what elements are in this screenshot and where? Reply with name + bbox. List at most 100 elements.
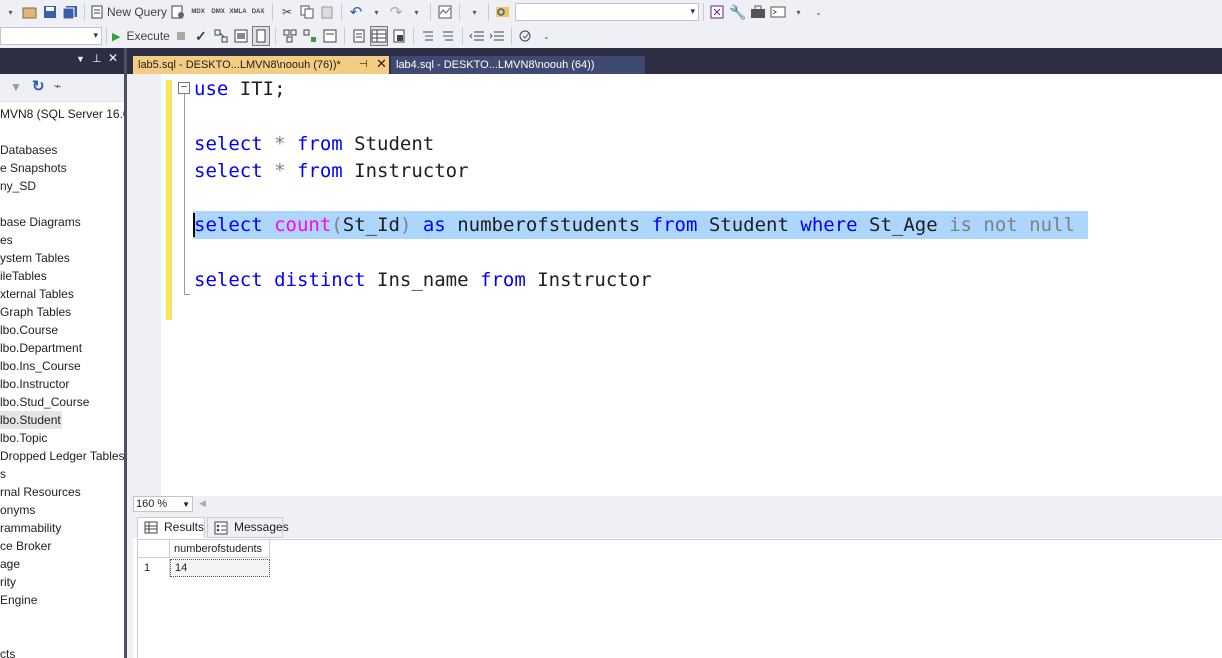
execute-button[interactable]: ▶ Execute bbox=[112, 26, 170, 46]
scroll-left-icon[interactable]: ◀ bbox=[199, 498, 206, 509]
grid-corner[interactable] bbox=[138, 540, 170, 558]
properties-wrench-icon[interactable]: 🔧 bbox=[729, 2, 747, 22]
refresh-icon[interactable]: ↻ bbox=[32, 77, 45, 95]
tree-node[interactable] bbox=[0, 195, 125, 213]
include-plan-icon[interactable] bbox=[281, 26, 299, 46]
zoom-combo[interactable]: 160 % ▼ bbox=[133, 496, 193, 512]
open-file-icon[interactable] bbox=[21, 2, 39, 22]
paste-icon[interactable] bbox=[318, 2, 336, 22]
redo-icon[interactable]: ↷ bbox=[387, 2, 405, 22]
tab-lab5-sql[interactable]: lab5.sql - DESKTO...LMVN8\noouh (76))* ⊣… bbox=[133, 56, 389, 74]
tree-node[interactable]: es bbox=[0, 231, 125, 249]
find-combo[interactable]: ▾ bbox=[515, 3, 700, 21]
tree-node[interactable] bbox=[0, 609, 125, 627]
tree-node[interactable]: onyms bbox=[0, 501, 125, 519]
panel-splitter[interactable] bbox=[124, 48, 127, 658]
server-node[interactable]: MVN8 (SQL Server 16.0.1 bbox=[0, 105, 124, 123]
code-line-2[interactable]: select * from Student bbox=[194, 131, 434, 157]
grid-cell[interactable]: 14 bbox=[170, 559, 270, 577]
toolbox-icon[interactable] bbox=[749, 2, 767, 22]
tab-messages[interactable]: Messages bbox=[207, 517, 289, 538]
cut-icon[interactable]: ✂ bbox=[278, 2, 296, 22]
undo-dropdown-icon[interactable]: ▾ bbox=[367, 2, 385, 22]
results-to-grid-icon[interactable] bbox=[369, 26, 388, 46]
tree-node[interactable]: lbo.Stud_Course bbox=[0, 393, 125, 411]
tree-node[interactable] bbox=[0, 627, 125, 645]
comment-lines-icon[interactable] bbox=[419, 26, 437, 46]
save-all-icon[interactable] bbox=[61, 2, 79, 22]
code-line-5[interactable]: select distinct Ins_name from Instructor bbox=[194, 267, 652, 293]
tree-node[interactable]: lbo.Instructor bbox=[0, 375, 125, 393]
save-icon[interactable] bbox=[41, 2, 59, 22]
increase-indent-icon[interactable] bbox=[488, 26, 506, 46]
collapse-toggle-icon[interactable]: − bbox=[178, 82, 190, 94]
intellisense-icon[interactable] bbox=[251, 26, 270, 46]
tree-node[interactable]: base Diagrams bbox=[0, 213, 125, 231]
tree-node[interactable]: Dropped Ledger Tables bbox=[0, 447, 125, 465]
tree-node[interactable]: Graph Tables bbox=[0, 303, 125, 321]
mdx-query-button[interactable]: MDX bbox=[189, 2, 207, 22]
redo-dropdown-icon[interactable]: ▾ bbox=[407, 2, 425, 22]
live-stats-icon[interactable] bbox=[301, 26, 319, 46]
code-line-3[interactable]: select * from Instructor bbox=[194, 158, 469, 184]
undo-icon[interactable]: ↶ bbox=[347, 2, 365, 22]
tree-node[interactable]: ileTables bbox=[0, 267, 125, 285]
tree-node[interactable]: lbo.Course bbox=[0, 321, 125, 339]
tree-node[interactable]: cts bbox=[0, 645, 125, 658]
cancel-query-icon[interactable] bbox=[172, 26, 190, 46]
query-options-icon[interactable] bbox=[232, 26, 250, 46]
find-icon[interactable] bbox=[494, 2, 512, 22]
copy-icon[interactable] bbox=[298, 2, 316, 22]
tree-node[interactable]: lbo.Department bbox=[0, 339, 125, 357]
panel-menu-icon[interactable]: ▼ bbox=[76, 54, 85, 64]
parse-checkmark-icon[interactable]: ✓ bbox=[192, 26, 210, 46]
dropdown-arrow-icon[interactable]: ▾ bbox=[465, 2, 483, 22]
tree-node[interactable]: s bbox=[0, 465, 125, 483]
tree-node[interactable]: rity bbox=[0, 573, 125, 591]
tree-node[interactable]: ce Broker bbox=[0, 537, 125, 555]
dax-query-button[interactable]: DAX bbox=[249, 2, 267, 22]
tree-node[interactable]: rammability bbox=[0, 519, 125, 537]
pin-icon[interactable]: ⊥ bbox=[92, 52, 102, 65]
decrease-indent-icon[interactable] bbox=[468, 26, 486, 46]
tree-node[interactable]: Engine bbox=[0, 591, 125, 609]
customize-toolbar-icon[interactable]: ⌄ bbox=[537, 26, 555, 46]
dmx-query-button[interactable]: DMX bbox=[209, 2, 227, 22]
results-to-text-icon[interactable] bbox=[350, 26, 368, 46]
solution-explorer-icon[interactable] bbox=[709, 2, 727, 22]
terminal-dropdown-icon[interactable]: ▾ bbox=[789, 2, 807, 22]
tree-node[interactable]: ystem Tables bbox=[0, 249, 125, 267]
available-databases-combo[interactable]: ▾ bbox=[0, 27, 102, 45]
client-stats-icon[interactable] bbox=[321, 26, 339, 46]
dropdown-arrow-icon[interactable]: ▾ bbox=[1, 2, 19, 22]
tree-node[interactable]: age bbox=[0, 555, 125, 573]
tree-node[interactable]: lbo.Topic bbox=[0, 429, 125, 447]
terminal-icon[interactable] bbox=[769, 2, 787, 22]
code-line-4[interactable]: select count(St_Id) as numberofstudents … bbox=[194, 212, 1075, 238]
pin-tab-icon[interactable]: ⊣ bbox=[359, 56, 368, 74]
close-tab-icon[interactable]: ✕ bbox=[376, 55, 387, 73]
filter-icon[interactable]: ▼ bbox=[10, 80, 22, 94]
new-query-button[interactable]: New Query bbox=[90, 2, 167, 22]
tree-node[interactable]: e Snapshots bbox=[0, 159, 125, 177]
tree-node[interactable]: xternal Tables bbox=[0, 285, 125, 303]
tree-node[interactable]: rnal Resources bbox=[0, 483, 125, 501]
column-header[interactable]: numberofstudents bbox=[170, 540, 270, 558]
tree-node-selected[interactable]: lbo.Student bbox=[0, 411, 62, 429]
tab-lab4-sql[interactable]: lab4.sql - DESKTO...LMVN8\noouh (64)) bbox=[391, 56, 645, 74]
xmla-query-button[interactable]: XMLA bbox=[229, 2, 247, 22]
tree-node[interactable]: Databases bbox=[0, 141, 125, 159]
customize-toolbar-icon[interactable]: ⌄ bbox=[809, 2, 827, 22]
tree-node[interactable]: lbo.Ins_Course bbox=[0, 357, 125, 375]
close-panel-icon[interactable]: ✕ bbox=[108, 51, 118, 65]
uncomment-lines-icon[interactable] bbox=[439, 26, 457, 46]
tree-node[interactable]: ny_SD bbox=[0, 177, 125, 195]
code-line-1[interactable]: use ITI; bbox=[194, 76, 286, 102]
specify-template-values-icon[interactable] bbox=[517, 26, 535, 46]
row-header[interactable]: 1 bbox=[138, 559, 170, 577]
tab-results[interactable]: Results bbox=[137, 517, 205, 538]
results-to-file-icon[interactable] bbox=[390, 26, 408, 46]
estimated-plan-icon[interactable] bbox=[212, 26, 230, 46]
database-engine-query-icon[interactable] bbox=[169, 2, 187, 22]
activity-monitor-icon[interactable] bbox=[436, 2, 454, 22]
